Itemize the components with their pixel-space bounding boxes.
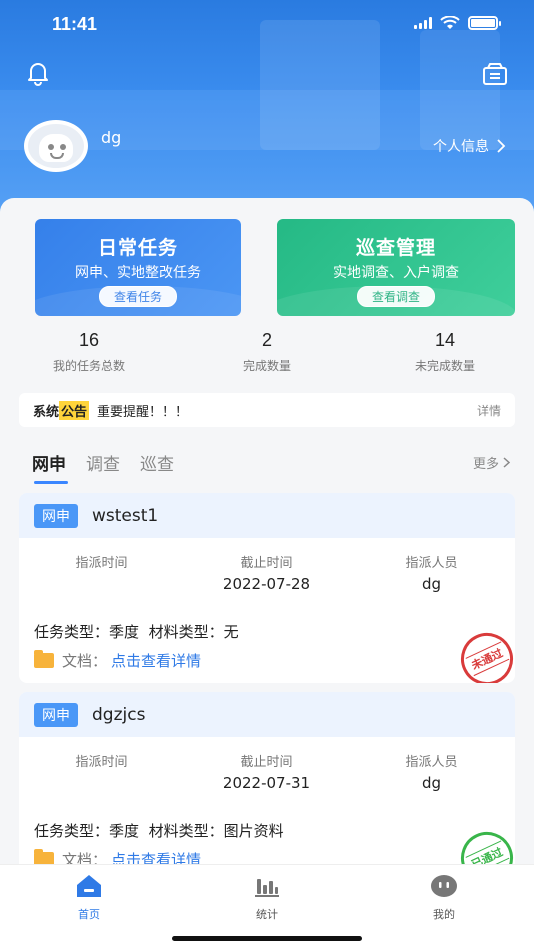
task-tag: 网申 <box>34 503 78 528</box>
notice-label-system: 系统 <box>33 404 60 420</box>
task-card[interactable]: 网申 dgzjcs 指派时间 截止时间 2022-07-31 指派人员 dg 任务类… <box>19 692 515 882</box>
task-card[interactable]: 网申 wstest1 指派时间 截止时间 2022-07-28 指派人员 dg 任务… <box>19 493 515 683</box>
stat-label: 我的任务总数 <box>52 359 125 373</box>
deadline-value: 2022-07-28 <box>222 575 311 593</box>
stat-label: 完成数量 <box>242 359 291 373</box>
stat-incomplete[interactable]: 14 未完成数量 <box>356 330 534 374</box>
stat-value: 2 <box>261 330 272 350</box>
bell-icon[interactable] <box>25 60 51 86</box>
nav-home[interactable]: 首页 <box>39 873 139 922</box>
username: dg <box>101 128 122 147</box>
profile-icon <box>431 875 457 897</box>
deadline-value: 2022-07-31 <box>222 774 311 792</box>
notice-label-announcement: 公告 <box>59 400 90 420</box>
chevron-right-icon <box>503 457 510 468</box>
task-tag: 网申 <box>34 702 78 727</box>
card-subtitle: 网申、实地整改任务 <box>75 265 201 281</box>
wifi-icon <box>440 16 460 29</box>
status-stamp: 未通过 <box>452 624 515 683</box>
task-name: wstest1 <box>92 505 159 526</box>
nav-label: 我的 <box>433 908 455 921</box>
deadline-label: 截止时间 <box>240 755 293 770</box>
card-title: 巡查管理 <box>355 237 436 259</box>
more-link[interactable]: 更多 <box>473 453 510 472</box>
task-meta: 任务类型：季度 材料类型：无 <box>34 623 239 641</box>
assignee-label: 指派人员 <box>405 755 458 770</box>
status-time: 11:41 <box>52 14 98 34</box>
daily-task-card[interactable]: 日常任务 网申、实地整改任务 查看任务 <box>35 219 241 316</box>
deadline-label: 截止时间 <box>240 556 293 571</box>
tab-inspection[interactable]: 巡查 <box>140 450 174 475</box>
task-card-header: 网申 dgzjcs <box>19 692 515 737</box>
task-card-header: 网申 wstest1 <box>19 493 515 538</box>
inspection-card[interactable]: 巡查管理 实地调查、入户调查 查看调查 <box>277 219 515 316</box>
stat-total[interactable]: 16 我的任务总数 <box>0 330 178 374</box>
tab-survey[interactable]: 调查 <box>86 450 120 475</box>
task-name: dgzjcs <box>92 704 146 725</box>
card-subtitle: 实地调查、入户调查 <box>333 265 459 281</box>
material-type: 图片资料 <box>223 822 284 840</box>
inbox-icon[interactable] <box>482 62 508 86</box>
profile-link-label: 个人信息 <box>433 139 489 155</box>
assign-time-label: 指派时间 <box>75 755 128 770</box>
task-type: 季度 <box>109 822 140 840</box>
tab-online[interactable]: 网申 <box>32 450 68 484</box>
task-tabs: 网申 调查 巡查 <box>32 450 174 484</box>
card-title: 日常任务 <box>97 237 178 259</box>
nav-stats[interactable]: 统计 <box>217 873 317 922</box>
notice-bar[interactable]: 系统 公告 重要提醒！！！ 详情 <box>19 393 515 427</box>
battery-icon <box>468 16 501 30</box>
avatar[interactable] <box>24 120 88 172</box>
home-icon <box>77 875 101 897</box>
stat-label: 未完成数量 <box>414 359 475 373</box>
stat-value: 14 <box>434 330 456 350</box>
stat-value: 16 <box>78 330 100 350</box>
assignee-label: 指派人员 <box>405 556 458 571</box>
nav-label: 首页 <box>78 908 100 921</box>
more-label: 更多 <box>472 457 499 472</box>
status-icons <box>414 16 501 30</box>
profile-link[interactable]: 个人信息 <box>433 136 506 156</box>
assign-time-label: 指派时间 <box>75 556 128 571</box>
stats-row: 16 我的任务总数 2 完成数量 14 未完成数量 <box>0 330 534 374</box>
nav-mine[interactable]: 我的 <box>394 873 494 922</box>
task-document: 文档： 点击查看详情 <box>34 650 201 671</box>
task-type: 季度 <box>109 623 140 641</box>
assignee-value: dg <box>421 774 442 792</box>
material-type: 无 <box>223 623 239 641</box>
stat-completed[interactable]: 2 完成数量 <box>178 330 356 374</box>
home-indicator <box>172 936 362 941</box>
nav-label: 统计 <box>256 908 278 921</box>
notice-details-link[interactable]: 详情 <box>477 402 501 419</box>
bar-chart-icon <box>255 879 279 897</box>
chevron-right-icon <box>497 139 506 153</box>
signal-icon <box>414 17 432 29</box>
folder-icon <box>34 650 54 668</box>
task-meta: 任务类型：季度 材料类型：图片资料 <box>34 822 284 840</box>
notice-message: 重要提醒！！！ <box>97 404 189 420</box>
assignee-value: dg <box>421 575 442 593</box>
document-link[interactable]: 点击查看详情 <box>111 650 201 671</box>
